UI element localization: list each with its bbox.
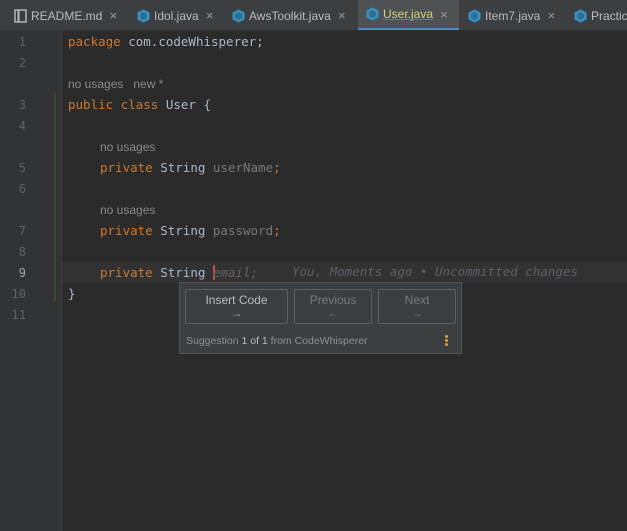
type-name: String bbox=[152, 265, 213, 280]
code-line-1: package com.codeWhisperer; bbox=[68, 34, 264, 50]
counter-index: 1 of 1 bbox=[241, 335, 268, 347]
code-line-10: } bbox=[68, 286, 76, 301]
tab-label: Idol.java bbox=[154, 8, 199, 23]
line-number-current: 9 bbox=[18, 266, 26, 280]
insert-code-button[interactable]: Insert Code → bbox=[185, 289, 288, 324]
git-blame-annotation: You, Moments ago • Uncommitted changes bbox=[292, 264, 578, 279]
code-line-3: public class User { bbox=[68, 97, 211, 113]
vcs-change-marker[interactable] bbox=[54, 93, 56, 301]
tab-awstoolkit[interactable]: AwsToolkit.java × bbox=[232, 0, 347, 30]
keyword: public class bbox=[68, 97, 159, 112]
usage-hint-field[interactable]: no usages bbox=[100, 139, 155, 155]
usage-hint-field[interactable]: no usages bbox=[100, 202, 155, 218]
counter-suffix: from CodeWhisperer bbox=[267, 335, 368, 347]
keyword: package bbox=[68, 34, 121, 49]
close-icon[interactable]: × bbox=[439, 7, 449, 22]
markdown-file-icon bbox=[14, 8, 27, 23]
line-number: 4 bbox=[18, 119, 26, 133]
tab-item7[interactable]: Item7.java × bbox=[468, 0, 556, 30]
line-number: 2 bbox=[18, 56, 26, 70]
button-label: Insert Code bbox=[205, 293, 268, 307]
close-icon[interactable]: × bbox=[337, 8, 347, 23]
tab-idol[interactable]: Idol.java × bbox=[137, 0, 215, 30]
arrow-right-icon: → bbox=[230, 306, 243, 320]
keyword: private bbox=[100, 223, 153, 238]
close-icon[interactable]: × bbox=[205, 8, 215, 23]
arrow-left-icon: ← bbox=[327, 306, 339, 320]
close-icon[interactable]: × bbox=[546, 8, 556, 23]
line-number: 7 bbox=[18, 224, 26, 238]
tab-label: AwsToolkit.java bbox=[249, 8, 331, 23]
tab-label: Item7.java bbox=[485, 8, 541, 23]
previous-button[interactable]: Previous ← bbox=[294, 289, 372, 324]
line-number: 6 bbox=[18, 182, 26, 196]
java-class-icon bbox=[232, 9, 245, 22]
codewhisperer-suggestion-popup: Insert Code → Previous ← Next → Suggesti… bbox=[179, 282, 462, 354]
arrow-right-icon: → bbox=[411, 306, 423, 320]
counter-prefix: Suggestion bbox=[186, 335, 242, 347]
tab-readme[interactable]: README.md × bbox=[14, 0, 118, 30]
editor-tab-bar: README.md × Idol.java × AwsToolkit.java … bbox=[0, 0, 627, 31]
tab-user[interactable]: User.java × bbox=[358, 0, 459, 30]
code-line-7: private String password; bbox=[100, 223, 281, 239]
line-number: 3 bbox=[18, 98, 26, 112]
code-line-9: private String email; bbox=[100, 265, 258, 281]
close-icon[interactable]: × bbox=[108, 8, 118, 23]
semicolon: ; bbox=[273, 160, 281, 175]
line-number: 5 bbox=[18, 161, 26, 175]
tab-practic[interactable]: Practic bbox=[574, 0, 627, 30]
ide-window: README.md × Idol.java × AwsToolkit.java … bbox=[0, 0, 627, 531]
field-name: password bbox=[212, 223, 274, 238]
line-number: 1 bbox=[18, 35, 26, 49]
semicolon: ; bbox=[273, 223, 281, 238]
type-name: String bbox=[152, 160, 213, 175]
type-name: String bbox=[152, 223, 213, 238]
tab-label: README.md bbox=[31, 8, 103, 23]
vertical-dots-icon[interactable] bbox=[445, 335, 449, 347]
keyword: private bbox=[100, 160, 153, 175]
line-number: 10 bbox=[11, 287, 26, 301]
java-class-icon bbox=[574, 9, 587, 22]
tab-label: User.java bbox=[383, 7, 434, 21]
line-number: 8 bbox=[18, 245, 26, 259]
inline-suggestion: email; bbox=[212, 265, 259, 280]
button-label: Next bbox=[404, 293, 430, 307]
java-class-icon bbox=[366, 7, 379, 21]
suggestion-counter: Suggestion 1 of 1 from CodeWhisperer bbox=[186, 335, 368, 347]
package-name: com.codeWhisperer; bbox=[120, 34, 264, 49]
line-number: 11 bbox=[11, 308, 26, 322]
class-declaration: User { bbox=[158, 97, 211, 112]
code-line-5: private String userName; bbox=[100, 160, 281, 176]
keyword: private bbox=[100, 265, 153, 280]
tab-label: Practic bbox=[591, 8, 627, 23]
line-number-gutter[interactable]: 1 2 3 4 5 6 7 8 9 10 11 bbox=[0, 31, 62, 531]
java-class-icon bbox=[137, 9, 150, 22]
code-editor[interactable]: package com.codeWhisperer; no usages new… bbox=[62, 31, 627, 531]
java-class-icon bbox=[468, 9, 481, 22]
next-button[interactable]: Next → bbox=[378, 289, 456, 324]
button-label: Previous bbox=[309, 293, 357, 307]
field-name: userName bbox=[212, 160, 274, 175]
usage-hint-class[interactable]: no usages new * bbox=[68, 76, 163, 92]
